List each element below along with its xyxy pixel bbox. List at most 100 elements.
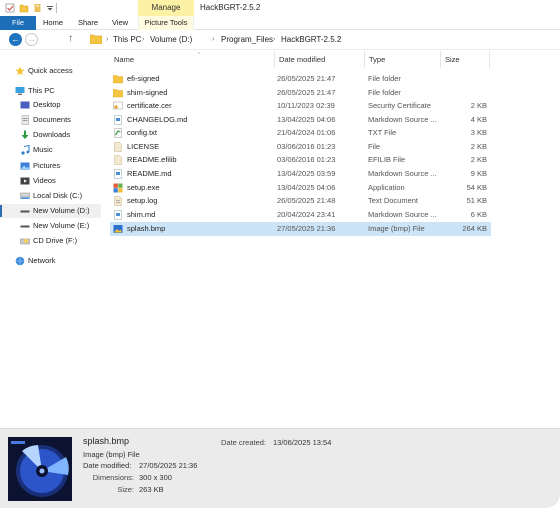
column-headers: Name ˆ Date modified Type Size [101, 51, 560, 68]
breadcrumb-volume[interactable]: Volume (D:) [150, 30, 192, 50]
markdown-file-icon [114, 115, 122, 125]
videos-icon [20, 177, 30, 185]
navigation-bar: ← → ↑ › This PC › Volume (D:) › Program_… [0, 30, 560, 50]
desktop-icon [20, 101, 30, 109]
network-icon [15, 256, 25, 266]
up-button[interactable]: ↑ [68, 33, 73, 44]
navigation-pane: Quick access This PC Desktop Documents D… [0, 51, 101, 428]
window-title: HackBGRT-2.5.2 [200, 3, 261, 12]
forward-button[interactable]: → [25, 33, 38, 46]
arrow-right-icon: → [27, 34, 36, 44]
application-icon [113, 183, 123, 193]
file-icon [114, 155, 122, 165]
sidebar-item-network[interactable]: Network [0, 254, 101, 268]
sort-ascending-icon: ˆ [198, 53, 201, 60]
details-created-value: 13/06/2025 13:54 [273, 438, 332, 447]
file-row[interactable]: CHANGELOG.md 13/04/2025 04:06 Markdown S… [110, 113, 491, 127]
tab-home[interactable]: Home [38, 16, 68, 30]
music-icon [21, 145, 30, 155]
cd-drive-icon [20, 238, 30, 245]
manage-tab[interactable]: Manage [138, 0, 194, 16]
computer-icon [15, 87, 25, 95]
image-thumbnail [8, 437, 72, 501]
details-dimensions-value: 300 x 300 [139, 473, 172, 482]
sidebar-item-pictures[interactable]: Pictures [0, 159, 101, 173]
breadcrumb-hackbgrt[interactable]: HackBGRT-2.5.2 [281, 30, 341, 50]
star-icon [15, 66, 25, 76]
details-size-value: 263 KB [139, 485, 164, 494]
sidebar-item-quick-access[interactable]: Quick access [0, 64, 101, 78]
chevron-right-icon[interactable]: › [106, 30, 108, 50]
folder-icon [90, 34, 102, 44]
markdown-file-icon [114, 169, 122, 179]
tab-share[interactable]: Share [73, 16, 103, 30]
file-row[interactable]: config.txt 21/04/2024 01:06 TXT File 3 K… [110, 126, 491, 140]
tab-view[interactable]: View [107, 16, 133, 30]
file-row[interactable]: setup.log 26/05/2025 21:48 Text Document… [110, 194, 491, 208]
file-row[interactable]: setup.exe 13/04/2025 04:06 Application 5… [110, 181, 491, 195]
sidebar-item-new-volume-e[interactable]: New Volume (E:) [0, 219, 101, 233]
file-row[interactable]: README.efilib 03/06/2016 01:23 EFILIB Fi… [110, 153, 491, 167]
file-row[interactable]: efi-signed 26/05/2025 21:47 File folder [110, 72, 491, 86]
chevron-right-icon[interactable]: › [273, 30, 275, 50]
arrow-up-icon: ↑ [68, 33, 73, 44]
arrow-left-icon: ← [11, 34, 20, 44]
bitmap-image-icon [113, 225, 123, 233]
new-folder-icon[interactable] [19, 3, 29, 13]
quick-access-icon[interactable] [33, 3, 43, 13]
customize-dropdown-icon[interactable] [45, 3, 55, 13]
file-row[interactable]: shim-signed 26/05/2025 21:47 File folder [110, 86, 491, 100]
details-modified-value: 27/05/2025 21:36 [139, 461, 198, 470]
file-row[interactable]: README.md 13/04/2025 03:59 Markdown Sour… [110, 167, 491, 181]
folder-icon [113, 89, 123, 98]
back-button[interactable]: ← [9, 33, 22, 46]
details-size-label: Size: [117, 485, 134, 494]
drive-icon [20, 210, 30, 213]
details-created-label: Date created: [221, 438, 267, 447]
properties-icon[interactable] [5, 3, 15, 13]
sidebar-item-music[interactable]: Music [0, 143, 101, 157]
markdown-file-icon [114, 210, 122, 220]
text-file-icon [114, 128, 122, 138]
sidebar-item-documents[interactable]: Documents [0, 113, 101, 127]
details-dimensions-label: Dimensions: [92, 473, 134, 482]
sidebar-item-desktop[interactable]: Desktop [0, 98, 101, 112]
certificate-icon [113, 101, 123, 110]
folder-icon [113, 75, 123, 84]
file-list: Name ˆ Date modified Type Size efi-signe… [101, 51, 560, 428]
details-modified-label: Date modified: [83, 461, 132, 470]
details-type: Image (bmp) File [83, 450, 140, 459]
breadcrumb-program-files[interactable]: Program_Files [221, 30, 273, 50]
pictures-icon [20, 162, 30, 170]
documents-icon [21, 115, 29, 125]
sidebar-item-new-volume-d[interactable]: New Volume (D:) [0, 204, 101, 218]
file-explorer-window: Manage HackBGRT-2.5.2 File Home Share Vi… [0, 0, 560, 508]
sidebar-item-local-disk-c[interactable]: Local Disk (C:) [0, 189, 101, 203]
details-pane: splash.bmp Image (bmp) File Date modifie… [0, 428, 560, 508]
ribbon-tabs: File Home Share View Picture Tools [0, 16, 560, 30]
chevron-right-icon[interactable]: › [142, 30, 144, 50]
breadcrumb-this-pc[interactable]: This PC [113, 30, 141, 50]
file-row-selected[interactable]: splash.bmp 27/05/2025 21:36 Image (bmp) … [110, 222, 491, 236]
file-icon [114, 142, 122, 152]
file-row[interactable]: LICENSE 03/06/2016 01:23 File 2 KB [110, 140, 491, 154]
chevron-right-icon[interactable]: › [212, 30, 214, 50]
column-header-size[interactable]: Size [441, 51, 490, 68]
chevron-right-icon[interactable]: › [338, 30, 340, 50]
column-header-type[interactable]: Type [365, 51, 441, 68]
sidebar-item-downloads[interactable]: Downloads [0, 128, 101, 142]
tab-picture-tools[interactable]: Picture Tools [138, 16, 194, 30]
column-header-date-modified[interactable]: Date modified [275, 51, 365, 68]
drive-icon [20, 192, 30, 199]
file-row[interactable]: shim.md 20/04/2024 23:41 Markdown Source… [110, 208, 491, 222]
sidebar-item-cd-drive-f[interactable]: CD Drive (F:) [0, 234, 101, 248]
separator [56, 3, 57, 13]
tab-file[interactable]: File [0, 16, 36, 30]
sidebar-item-this-pc[interactable]: This PC [0, 84, 101, 98]
sidebar-item-videos[interactable]: Videos [0, 174, 101, 188]
details-filename: splash.bmp [83, 436, 130, 446]
file-row[interactable]: certificate.cer 10/11/2023 02:39 Securit… [110, 99, 491, 113]
title-bar: Manage HackBGRT-2.5.2 [0, 0, 560, 16]
column-header-name[interactable]: Name ˆ [110, 51, 275, 68]
downloads-icon [21, 130, 29, 139]
